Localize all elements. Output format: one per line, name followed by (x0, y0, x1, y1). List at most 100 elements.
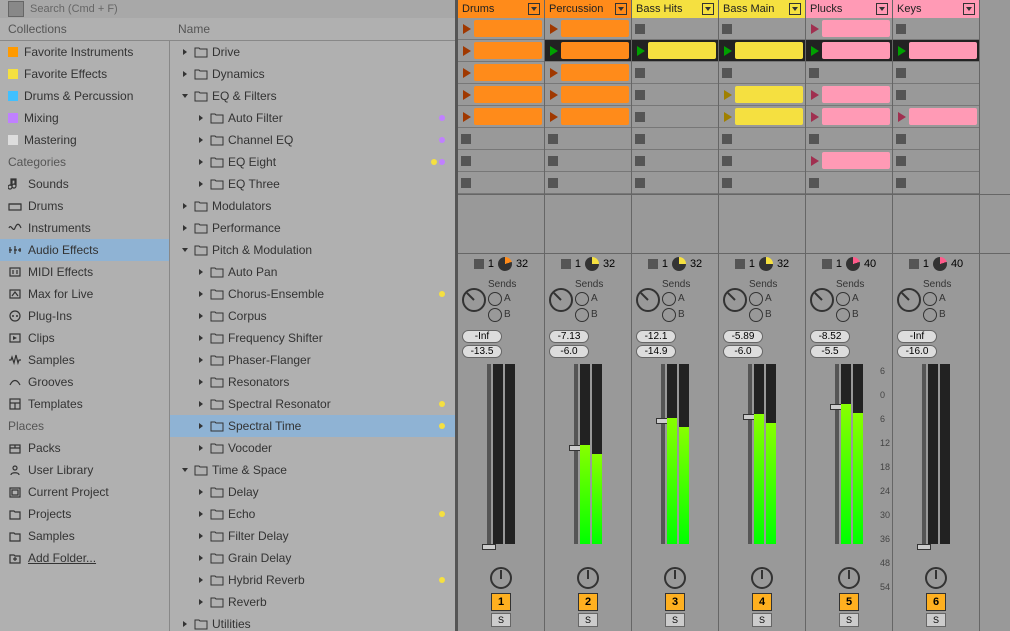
volume-readout-1[interactable]: -7.13 (549, 330, 589, 343)
tree-item-drive[interactable]: Drive (170, 41, 455, 63)
clip-slot[interactable] (893, 40, 979, 62)
clip-content[interactable] (561, 42, 629, 59)
clip-stop-icon[interactable] (809, 68, 819, 78)
clip-slot[interactable] (458, 18, 544, 40)
disclosure-arrow-icon[interactable] (196, 576, 206, 584)
clip-slot[interactable] (719, 40, 805, 62)
category-plug-ins[interactable]: Plug-Ins (0, 305, 169, 327)
category-max-for-live[interactable]: Max for Live (0, 283, 169, 305)
clip-play-icon[interactable] (463, 112, 471, 122)
send-knob[interactable] (723, 288, 747, 312)
track-dropdown-icon[interactable] (789, 3, 801, 15)
send-b-knob[interactable] (836, 308, 850, 322)
clip-slot[interactable] (893, 106, 979, 128)
category-samples[interactable]: Samples (0, 349, 169, 371)
tree-item-vocoder[interactable]: Vocoder (170, 437, 455, 459)
clip-play-icon[interactable] (637, 46, 645, 56)
place-user-library[interactable]: User Library (0, 459, 169, 481)
clip-slot[interactable] (806, 150, 892, 172)
pan-knob[interactable] (751, 567, 773, 589)
send-a-knob[interactable] (836, 292, 850, 306)
clip-slot-empty[interactable] (719, 128, 805, 150)
tree-item-echo[interactable]: Echo (170, 503, 455, 525)
clip-play-icon[interactable] (811, 46, 819, 56)
clip-stop-icon[interactable] (809, 134, 819, 144)
clip-stop-icon[interactable] (722, 178, 732, 188)
clip-stop-icon[interactable] (896, 90, 906, 100)
clip-slot-empty[interactable] (545, 150, 631, 172)
solo-button[interactable]: S (578, 613, 598, 627)
tree-item-spectral-time[interactable]: Spectral Time (170, 415, 455, 437)
tree-item-auto-pan[interactable]: Auto Pan (170, 261, 455, 283)
category-templates[interactable]: Templates (0, 393, 169, 415)
clip-slot-empty[interactable] (632, 172, 718, 194)
track-header-1[interactable]: Percussion (545, 0, 632, 18)
collection-1[interactable]: Favorite Effects (0, 63, 169, 85)
disclosure-arrow-icon[interactable] (196, 114, 206, 122)
clip-play-icon[interactable] (463, 24, 471, 34)
clip-stop-icon[interactable] (635, 24, 645, 34)
collection-2[interactable]: Drums & Percussion (0, 85, 169, 107)
send-knob[interactable] (636, 288, 660, 312)
clip-content[interactable] (735, 86, 803, 103)
collection-0[interactable]: Favorite Instruments (0, 41, 169, 63)
fader-track[interactable] (922, 364, 926, 544)
clip-play-icon[interactable] (463, 68, 471, 78)
volume-readout-1[interactable]: -12.1 (636, 330, 676, 343)
clip-slot[interactable] (458, 84, 544, 106)
disclosure-arrow-icon[interactable] (180, 92, 190, 100)
tree-item-reverb[interactable]: Reverb (170, 591, 455, 613)
send-b-knob[interactable] (749, 308, 763, 322)
clip-content[interactable] (735, 42, 803, 59)
disclosure-arrow-icon[interactable] (180, 246, 190, 254)
clip-stop-icon[interactable] (548, 134, 558, 144)
volume-readout-2[interactable]: -5.5 (810, 345, 850, 358)
clip-slot-empty[interactable] (893, 150, 979, 172)
fader-track[interactable] (835, 364, 839, 544)
scene-col[interactable] (545, 195, 632, 253)
place-current-project[interactable]: Current Project (0, 481, 169, 503)
volume-readout-2[interactable]: -14.9 (636, 345, 676, 358)
clip-play-icon[interactable] (811, 156, 819, 166)
send-a-knob[interactable] (923, 292, 937, 306)
scene-col[interactable] (632, 195, 719, 253)
category-audio-effects[interactable]: Audio Effects (0, 239, 169, 261)
clip-play-icon[interactable] (724, 112, 732, 122)
tree-item-delay[interactable]: Delay (170, 481, 455, 503)
pan-knob[interactable] (490, 567, 512, 589)
tree-item-resonators[interactable]: Resonators (170, 371, 455, 393)
clip-play-icon[interactable] (550, 68, 558, 78)
clip-stop-icon[interactable] (635, 178, 645, 188)
volume-readout-2[interactable]: -6.0 (723, 345, 763, 358)
clip-slot-empty[interactable] (893, 18, 979, 40)
tree-item-grain-delay[interactable]: Grain Delay (170, 547, 455, 569)
clip-slot-empty[interactable] (632, 62, 718, 84)
clip-slot[interactable] (632, 40, 718, 62)
clip-content[interactable] (561, 20, 629, 37)
clip-content[interactable] (822, 42, 890, 59)
collection-4[interactable]: Mastering (0, 129, 169, 151)
clip-slot-empty[interactable] (806, 172, 892, 194)
clip-slot-empty[interactable] (806, 62, 892, 84)
clip-slot[interactable] (806, 106, 892, 128)
tree-item-spectral-resonator[interactable]: Spectral Resonator (170, 393, 455, 415)
clip-play-icon[interactable] (811, 90, 819, 100)
scene-col[interactable] (458, 195, 545, 253)
send-a-knob[interactable] (749, 292, 763, 306)
fader-handle[interactable] (917, 544, 931, 550)
fader-track[interactable] (487, 364, 491, 544)
clip-content[interactable] (474, 108, 542, 125)
clip-stop-icon[interactable] (635, 134, 645, 144)
place-projects[interactable]: Projects (0, 503, 169, 525)
clip-play-icon[interactable] (898, 112, 906, 122)
send-knob[interactable] (549, 288, 573, 312)
clip-play-icon[interactable] (463, 90, 471, 100)
tree-item-eq-filters[interactable]: EQ & Filters (170, 85, 455, 107)
disclosure-arrow-icon[interactable] (196, 290, 206, 298)
solo-button[interactable]: S (665, 613, 685, 627)
track-header-5[interactable]: Keys (893, 0, 980, 18)
disclosure-arrow-icon[interactable] (196, 312, 206, 320)
clip-content[interactable] (735, 108, 803, 125)
tree-item-eq-three[interactable]: EQ Three (170, 173, 455, 195)
clip-play-icon[interactable] (811, 24, 819, 34)
